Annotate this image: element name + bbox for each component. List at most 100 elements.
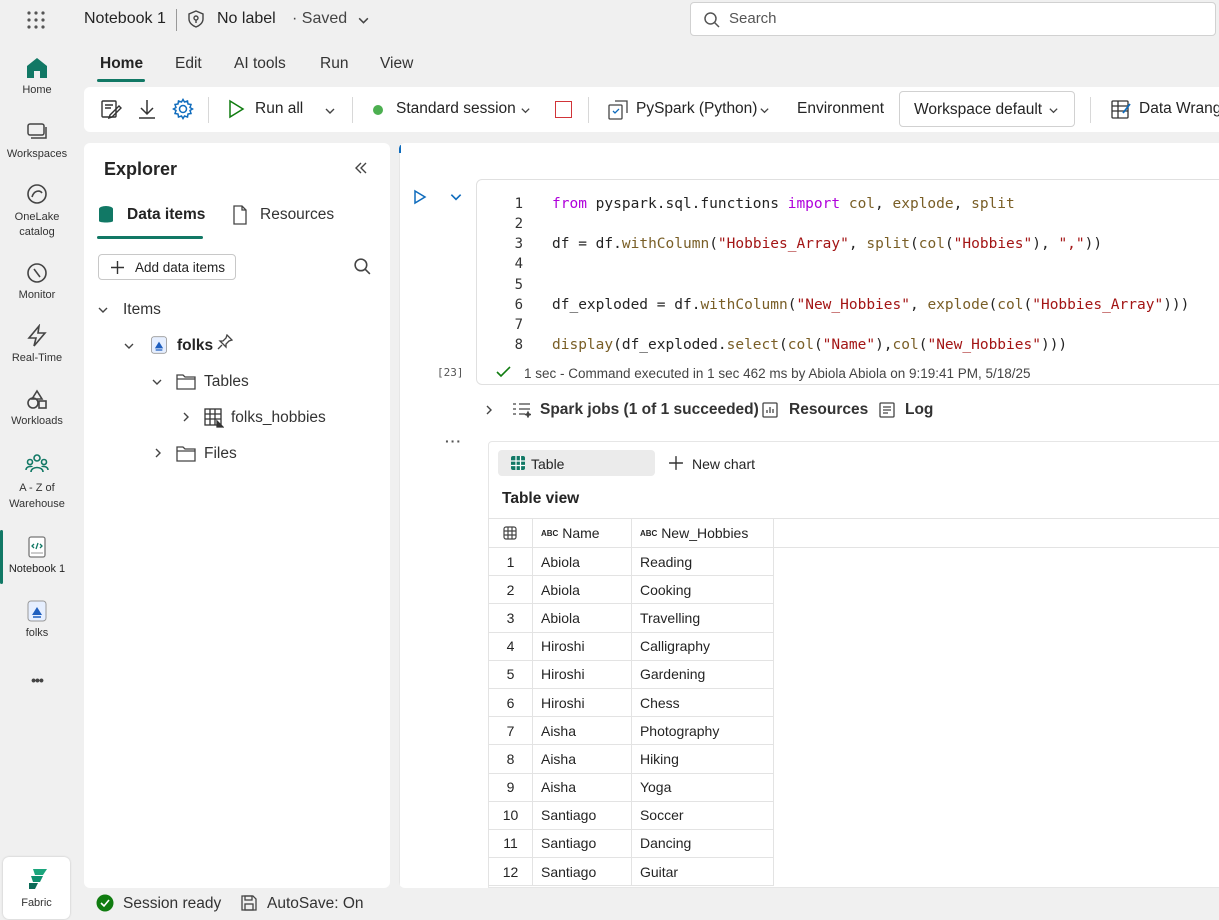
toolbar-separator: [352, 97, 353, 123]
tab-ai-tools[interactable]: AI tools: [234, 55, 286, 73]
new-hobbies-cell: Photography: [630, 716, 774, 746]
table-row[interactable]: 2 Abiola Cooking: [488, 575, 1219, 605]
table-view-tab[interactable]: Table: [498, 450, 655, 476]
column-header-name[interactable]: ABC Name: [531, 518, 632, 548]
table-row[interactable]: 4 Hiroshi Calligraphy: [488, 631, 1219, 661]
notebook-edit-icon[interactable]: [100, 98, 122, 120]
rail-item-notebook-1[interactable]: Notebook 1: [0, 535, 74, 575]
new-hobbies-cell: Travelling: [630, 603, 774, 633]
new-hobbies-cell: Soccer: [630, 800, 774, 830]
pin-icon[interactable]: [217, 334, 233, 350]
notebook-title[interactable]: Notebook 1: [84, 10, 166, 28]
search-icon[interactable]: [353, 257, 372, 276]
onelake-icon: [25, 182, 49, 206]
add-data-items-button[interactable]: Add data items: [98, 254, 236, 280]
rail-item-onelake-catalog[interactable]: OneLake catalog: [0, 182, 74, 240]
data-wrangler-icon[interactable]: [1110, 98, 1132, 120]
rail-item-real-time[interactable]: Real-Time: [0, 324, 74, 364]
table-row[interactable]: 9 Aisha Yoga: [488, 772, 1219, 802]
output-more-options-icon[interactable]: ···: [445, 433, 462, 449]
select-all-cell[interactable]: [488, 518, 533, 548]
search-input[interactable]: [729, 10, 1189, 27]
result-table: ABC Name ABC New_Hobbies 1 Abiola Reading 2…: [488, 518, 1219, 887]
code-cell[interactable]: 1 2 3 4 5 6 7 8 from pyspark.sql.functio…: [476, 179, 1219, 385]
tree-table-folks-hobbies[interactable]: folks_hobbies: [231, 409, 326, 427]
save-status[interactable]: · Saved: [292, 10, 347, 28]
table-row[interactable]: 6 Hiroshi Chess: [488, 687, 1219, 718]
tree-items-header[interactable]: Items: [123, 301, 161, 319]
run-all-play-icon[interactable]: [227, 99, 245, 119]
sensitivity-label[interactable]: No label: [217, 10, 276, 28]
cell-options-chevron-down-icon[interactable]: [449, 190, 463, 204]
download-icon[interactable]: [136, 98, 158, 120]
tree-lakehouse-folks[interactable]: folks: [177, 337, 213, 355]
code-line: from pyspark.sql.functions import col, e…: [552, 196, 1015, 212]
stop-session-icon[interactable]: [555, 101, 572, 118]
line-number: 3: [514, 236, 523, 252]
language-chevron-down-icon[interactable]: [759, 105, 770, 116]
items-chevron-down-icon[interactable]: [97, 304, 109, 316]
global-search[interactable]: [690, 2, 1216, 36]
sensitivity-shield-icon[interactable]: [187, 10, 205, 28]
chevron-down-icon[interactable]: [357, 14, 370, 27]
name-cell: Santiago: [531, 800, 632, 830]
data-wrangler-button[interactable]: Data Wrangler: [1139, 100, 1219, 118]
row-index-cell: 9: [488, 772, 533, 802]
rail-item-workspaces[interactable]: Workspaces: [0, 120, 74, 160]
session-ready-status[interactable]: Session ready: [123, 895, 221, 913]
tab-edit[interactable]: Edit: [175, 55, 202, 73]
tab-home[interactable]: Home: [100, 55, 143, 73]
tree-files-folder[interactable]: Files: [204, 445, 237, 463]
rail-label: Warehouse: [9, 498, 65, 510]
table-chevron-right-icon[interactable]: [180, 411, 192, 423]
table-row[interactable]: 11 Santiago Dancing: [488, 828, 1219, 859]
files-chevron-right-icon[interactable]: [152, 447, 164, 459]
run-all-button[interactable]: Run all: [255, 100, 303, 118]
table-row[interactable]: 10 Santiago Soccer: [488, 800, 1219, 830]
fabric-switcher[interactable]: Fabric: [3, 857, 70, 919]
tree-tables-folder[interactable]: Tables: [204, 373, 249, 391]
session-button[interactable]: Standard session: [396, 100, 516, 118]
table-row[interactable]: 5 Hiroshi Gardening: [488, 659, 1219, 689]
name-cell: Hiroshi: [531, 687, 632, 718]
run-all-chevron-down-icon[interactable]: [324, 105, 336, 117]
folder-icon: [176, 445, 196, 462]
rail-item-folks[interactable]: folks: [0, 599, 74, 639]
language-selector[interactable]: PySpark (Python): [636, 100, 757, 118]
explorer-title: Explorer: [104, 159, 178, 179]
new-chart-button[interactable]: New chart: [692, 456, 755, 472]
table-row[interactable]: 3 Abiola Travelling: [488, 603, 1219, 633]
resources-tab[interactable]: Resources: [789, 401, 868, 419]
tables-chevron-down-icon[interactable]: [151, 376, 163, 388]
run-cell-play-icon[interactable]: [413, 189, 427, 205]
tab-data-items[interactable]: Data items: [127, 206, 205, 224]
environment-dropdown[interactable]: Workspace default: [899, 91, 1075, 127]
table-row[interactable]: 7 Aisha Photography: [488, 716, 1219, 746]
tab-resources[interactable]: Resources: [260, 206, 334, 224]
more-icon[interactable]: •••: [0, 672, 74, 688]
table-row[interactable]: 8 Aisha Hiking: [488, 744, 1219, 774]
settings-gear-icon[interactable]: [172, 98, 194, 120]
table-row[interactable]: 12 Santiago Guitar: [488, 857, 1219, 887]
pyspark-language-icon[interactable]: [607, 99, 629, 121]
table-row[interactable]: 1 Abiola Reading: [488, 546, 1219, 577]
folks-chevron-down-icon[interactable]: [123, 340, 135, 352]
rail-item-monitor[interactable]: Monitor: [0, 261, 74, 301]
tab-view[interactable]: View: [380, 55, 413, 73]
autosave-status[interactable]: AutoSave: On: [267, 895, 364, 913]
spark-jobs-chevron-right-icon[interactable]: [483, 403, 495, 417]
plus-icon[interactable]: [668, 455, 684, 471]
name-cell: Santiago: [531, 857, 632, 887]
rail-item-a-z-of-warehouse[interactable]: A - Z of Warehouse: [0, 452, 74, 512]
log-tab[interactable]: Log: [905, 401, 933, 419]
column-header-new-hobbies[interactable]: ABC New_Hobbies: [630, 518, 774, 548]
row-index-cell: 8: [488, 744, 533, 774]
rail-item-home[interactable]: Home: [0, 56, 74, 96]
tab-run[interactable]: Run: [320, 55, 348, 73]
rail-item-workloads[interactable]: Workloads: [0, 387, 74, 427]
environment-value: Workspace default: [914, 101, 1043, 118]
spark-jobs-toggle[interactable]: Spark jobs (1 of 1 succeeded): [540, 401, 759, 419]
app-launcher-icon[interactable]: [26, 10, 46, 30]
collapse-panel-icon[interactable]: [353, 160, 369, 176]
session-chevron-down-icon[interactable]: [520, 105, 531, 116]
